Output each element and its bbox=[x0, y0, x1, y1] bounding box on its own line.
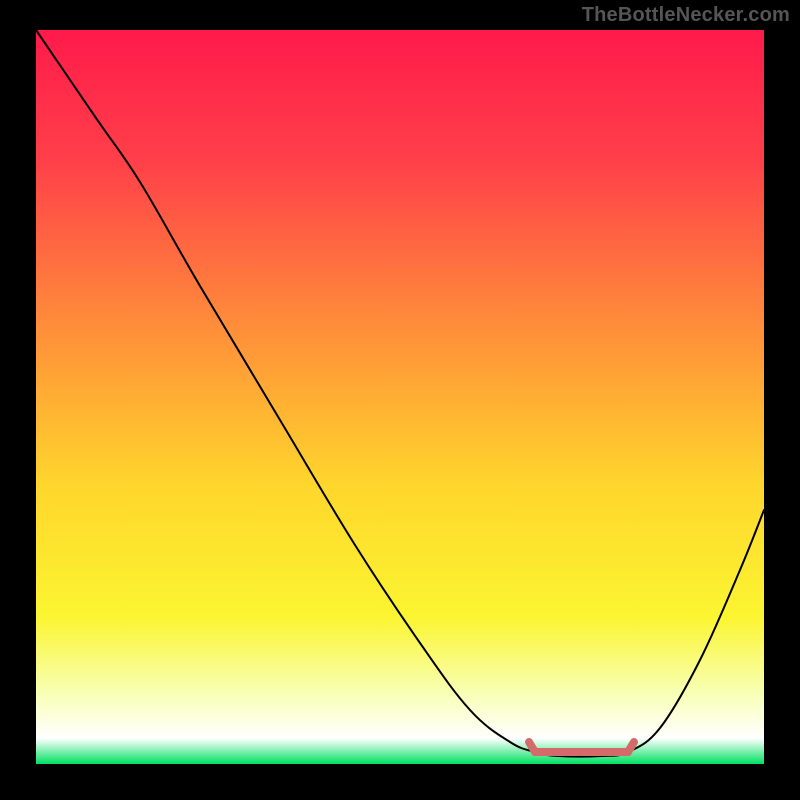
chart-plot-bg bbox=[36, 30, 764, 764]
sweet-spot-start bbox=[529, 742, 535, 752]
chart-container: TheBottleNecker.com bbox=[0, 0, 800, 800]
chart-svg bbox=[0, 0, 800, 800]
sweet-spot-end bbox=[628, 742, 634, 752]
watermark-text: TheBottleNecker.com bbox=[582, 4, 790, 27]
